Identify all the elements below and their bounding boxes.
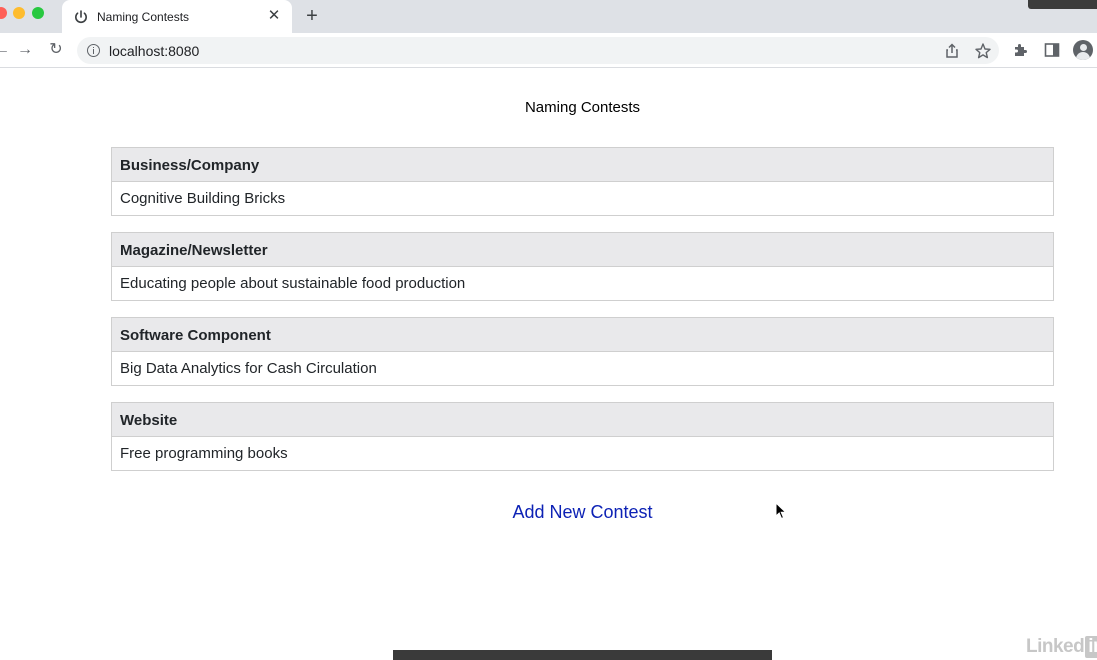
add-new-contest-link[interactable]: Add New Contest [0,502,1097,523]
power-icon [75,10,87,24]
site-info-icon[interactable] [87,44,100,57]
contest-category: Business/Company [112,148,1053,182]
contest-category: Magazine/Newsletter [112,233,1053,267]
side-panel-icon[interactable] [1043,41,1061,59]
contest-category: Website [112,403,1053,437]
profile-avatar-icon[interactable] [1073,40,1093,60]
watermark-text: Linked [1026,636,1085,657]
new-tab-button[interactable]: + [302,5,322,27]
window-zoom-dot[interactable] [32,7,44,19]
share-icon[interactable] [943,42,961,60]
window-minimize-dot[interactable] [13,7,25,19]
contest-category: Software Component [112,318,1053,352]
window-control-overlay [1028,0,1097,9]
browser-toolbar: ← → ↻ localhost:8080 [0,33,1097,68]
tab-title: Naming Contests [97,10,190,24]
forward-button[interactable]: → [15,40,35,60]
extensions-puzzle-icon[interactable] [1012,41,1030,59]
mouse-cursor-icon [775,502,787,520]
contest-description: Big Data Analytics for Cash Circulation [120,360,377,377]
back-button[interactable]: ← [0,40,12,60]
reload-button[interactable]: ↻ [46,40,66,60]
linkedin-watermark: Linkedin [1026,636,1097,658]
browser-tabstrip: Naming Contests ✕ + [0,0,1097,33]
browser-tab[interactable]: Naming Contests ✕ [62,0,292,33]
tab-close-icon[interactable]: ✕ [266,8,282,24]
contest-description: Educating people about sustainable food … [120,275,466,292]
bookmark-star-icon[interactable] [974,42,992,60]
contest-card[interactable]: Magazine/Newsletter Educating people abo… [111,232,1054,301]
contest-list: Business/Company Cognitive Building Bric… [111,147,1054,487]
watermark-badge: in [1085,636,1097,658]
contest-description: Free programming books [120,445,288,462]
page-title: Naming Contests [524,99,641,116]
contest-card[interactable]: Business/Company Cognitive Building Bric… [111,147,1054,216]
address-bar[interactable]: localhost:8080 [77,37,999,64]
window-close-dot[interactable] [0,7,7,19]
url-text[interactable]: localhost:8080 [109,43,199,59]
contest-card[interactable]: Software Component Big Data Analytics fo… [111,317,1054,386]
contest-card[interactable]: Website Free programming books [111,402,1054,471]
video-caption-bar [393,650,772,660]
contest-description: Cognitive Building Bricks [120,190,286,207]
